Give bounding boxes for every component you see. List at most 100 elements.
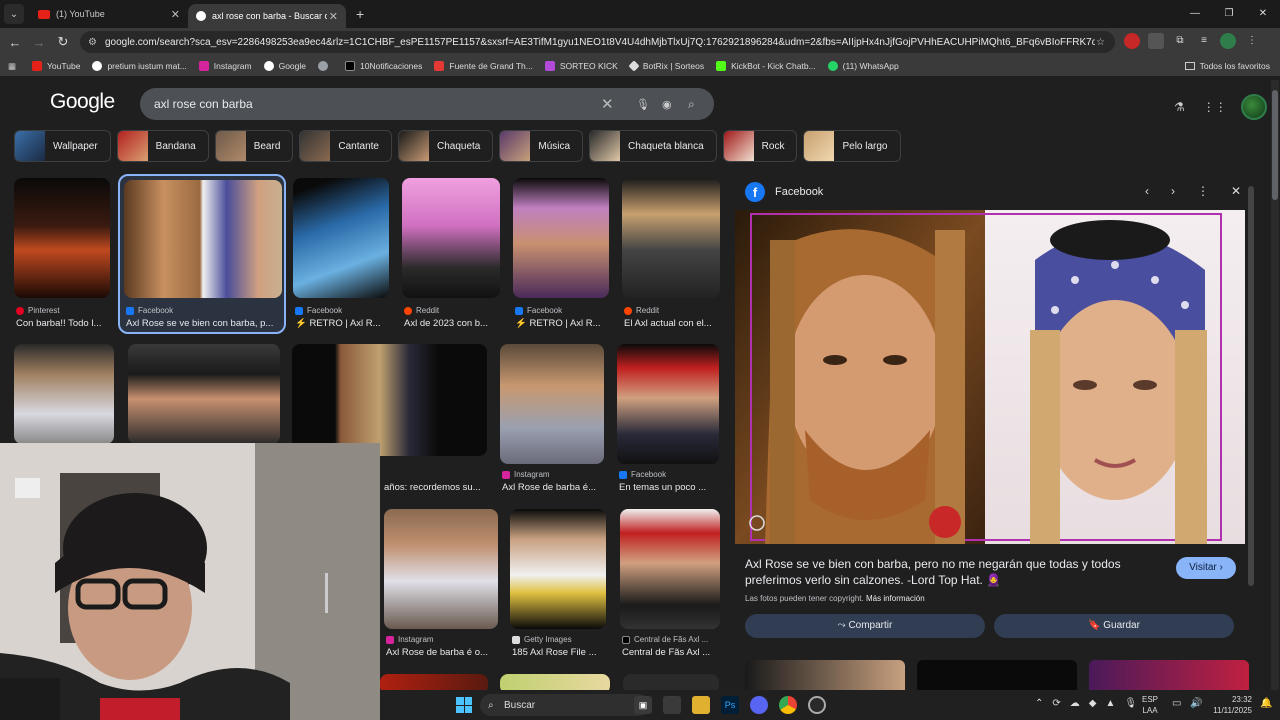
result-image[interactable] xyxy=(500,674,610,690)
result-card[interactable]: Getty Images 185 Axl Rose File ... xyxy=(510,509,606,659)
result-card[interactable]: Instagram Axl Rose de barba é o... xyxy=(384,509,498,659)
result-card[interactable]: Pinterest Con barba!! Todo l... xyxy=(14,178,110,329)
shield-icon[interactable]: ◆ xyxy=(1089,698,1097,709)
result-image[interactable] xyxy=(622,178,720,298)
reload-icon[interactable]: ↻ xyxy=(51,34,75,50)
bookmark-kickbot[interactable]: KickBot - Kick Chatb... xyxy=(716,61,816,71)
labs-flask-icon[interactable]: ⚗ xyxy=(1174,100,1185,114)
extension-icon[interactable] xyxy=(1124,33,1140,49)
bookmark-whatsapp[interactable]: (11) WhatsApp xyxy=(827,61,899,71)
result-caption[interactable]: 185 Axl Rose File ... xyxy=(512,647,606,658)
result-image[interactable] xyxy=(128,344,280,444)
result-card[interactable] xyxy=(380,674,488,690)
result-image[interactable] xyxy=(402,178,500,298)
result-card[interactable]: Instagram Axl Rose de barba é... xyxy=(500,344,604,494)
share-button[interactable]: ⤳ Compartir xyxy=(745,614,985,638)
chip-chaqueta[interactable]: Chaqueta xyxy=(397,130,494,162)
bookmark-gta-font[interactable]: Fuente de Grand Th... xyxy=(434,61,533,71)
restore-icon[interactable]: ❐ xyxy=(1212,0,1246,28)
preview-source[interactable]: f Facebook xyxy=(745,182,823,202)
site-info-icon[interactable]: ⚙ xyxy=(88,37,97,48)
more-options-icon[interactable]: ⋮ xyxy=(1197,184,1209,198)
result-image[interactable] xyxy=(292,344,487,456)
bookmark-steam[interactable] xyxy=(318,61,333,71)
panel-scrollbar[interactable] xyxy=(1248,186,1254,586)
google-apps-icon[interactable]: ⋮⋮ xyxy=(1203,100,1227,114)
chip-pelo-largo[interactable]: Pelo largo xyxy=(803,130,901,162)
profile-avatar[interactable] xyxy=(1220,33,1236,49)
app-icon[interactable] xyxy=(663,696,681,714)
result-card[interactable] xyxy=(500,674,610,690)
clear-icon[interactable]: ✕ xyxy=(601,95,614,113)
previous-icon[interactable]: ‹ xyxy=(1145,184,1149,198)
close-window-icon[interactable]: ✕ xyxy=(1246,0,1280,28)
tab-youtube[interactable]: (1) YouTube ✕ xyxy=(30,0,188,28)
network-icon[interactable]: ▭ xyxy=(1172,698,1181,709)
taskbar-search[interactable]: ⌕ Buscar xyxy=(480,694,650,716)
microphone-icon[interactable]: 🎙 xyxy=(1124,698,1137,709)
language-indicator[interactable]: ESP LAA xyxy=(1142,694,1158,716)
bookmark-pretium[interactable]: pretium iustum mat... xyxy=(92,61,187,71)
bookmark-sorteo-kick[interactable]: SORTEO KICK xyxy=(544,61,618,71)
bookmark-google[interactable]: Google xyxy=(263,61,306,71)
related-image[interactable] xyxy=(917,660,1077,690)
chrome-icon[interactable] xyxy=(779,696,797,714)
tab-google-search[interactable]: axl rose con barba - Buscar con Google ✕ xyxy=(188,4,346,28)
result-image[interactable] xyxy=(384,509,498,629)
tray-app-icon[interactable]: ⟳ xyxy=(1052,698,1060,709)
notifications-icon[interactable]: 🔔 xyxy=(1260,698,1272,709)
result-card[interactable]: Central de Fãs Axl ... Central de Fãs Ax… xyxy=(620,509,720,659)
minimize-icon[interactable]: — xyxy=(1178,0,1212,28)
result-caption[interactable]: Axl Rose de barba é... xyxy=(502,482,604,493)
search-icon[interactable]: ⌕ xyxy=(688,97,695,112)
result-image[interactable] xyxy=(620,509,720,629)
result-image[interactable] xyxy=(380,674,488,690)
chevron-up-icon[interactable]: ⌃ xyxy=(1035,698,1043,709)
result-card[interactable]: Reddit Axl de 2023 con b... xyxy=(402,178,500,329)
result-caption[interactable]: Central de Fãs Axl ... xyxy=(622,647,720,658)
microphone-icon[interactable]: 🎙 xyxy=(636,98,650,111)
obs-icon[interactable] xyxy=(808,696,826,714)
file-explorer-icon[interactable] xyxy=(692,696,710,714)
discord-icon[interactable] xyxy=(750,696,768,714)
apps-grid-icon[interactable]: ▦ xyxy=(8,61,16,72)
result-image[interactable] xyxy=(500,344,604,464)
volume-icon[interactable]: 🔊 xyxy=(1190,698,1202,709)
result-card-selected[interactable]: Facebook Axl Rose se ve bien con barba, … xyxy=(118,174,286,334)
result-caption[interactable]: Axl Rose de barba é o... xyxy=(386,647,498,658)
result-caption[interactable]: En temas un poco ... xyxy=(619,482,719,493)
result-caption[interactable]: Con barba!! Todo l... xyxy=(16,318,108,329)
result-image[interactable] xyxy=(293,178,389,298)
preview-title[interactable]: Axl Rose se ve bien con barba, pero no m… xyxy=(745,556,1145,588)
back-icon[interactable]: ← xyxy=(3,35,27,50)
chip-cantante[interactable]: Cantante xyxy=(299,130,392,162)
result-image[interactable] xyxy=(617,344,719,464)
bookmark-youtube[interactable]: YouTube xyxy=(32,61,80,71)
result-image[interactable] xyxy=(510,509,606,629)
new-tab-button[interactable]: + xyxy=(356,6,364,22)
result-caption[interactable]: Axl Rose se ve bien con barba, p... xyxy=(126,318,280,329)
start-button[interactable] xyxy=(456,697,472,713)
lens-icon[interactable]: ◉ xyxy=(662,98,672,111)
photoshop-icon[interactable]: Ps xyxy=(721,696,739,714)
related-image[interactable] xyxy=(1089,660,1249,690)
bookmark-instagram[interactable]: Instagram xyxy=(198,61,252,71)
result-card[interactable]: Facebook ⚡ RETRO | Axl R... xyxy=(513,178,609,329)
page-scrollbar[interactable] xyxy=(1271,80,1279,690)
address-bar[interactable]: ⚙ google.com/search?sca_esv=2286498253ea… xyxy=(80,31,1115,53)
bookmark-botrix[interactable]: BotRix | Sorteos xyxy=(628,60,704,72)
task-view-icon[interactable]: ▣ xyxy=(634,696,652,714)
result-image[interactable] xyxy=(623,674,719,690)
result-card[interactable] xyxy=(623,674,719,690)
related-image[interactable] xyxy=(745,660,905,690)
chip-rock[interactable]: Rock xyxy=(722,130,798,162)
result-card[interactable] xyxy=(128,344,280,444)
chip-bandana[interactable]: Bandana xyxy=(116,130,209,162)
taskbar-clock[interactable]: 23:32 11/11/2025 xyxy=(1208,694,1252,716)
reading-list-icon[interactable]: ≡ xyxy=(1196,33,1212,49)
extensions-puzzle-icon[interactable]: ⧉ xyxy=(1172,33,1188,49)
google-logo[interactable]: Google xyxy=(50,90,115,114)
account-avatar[interactable] xyxy=(1240,94,1267,120)
result-card[interactable]: Facebook ⚡ RETRO | Axl R... xyxy=(293,178,389,329)
chip-beard[interactable]: Beard xyxy=(214,130,294,162)
